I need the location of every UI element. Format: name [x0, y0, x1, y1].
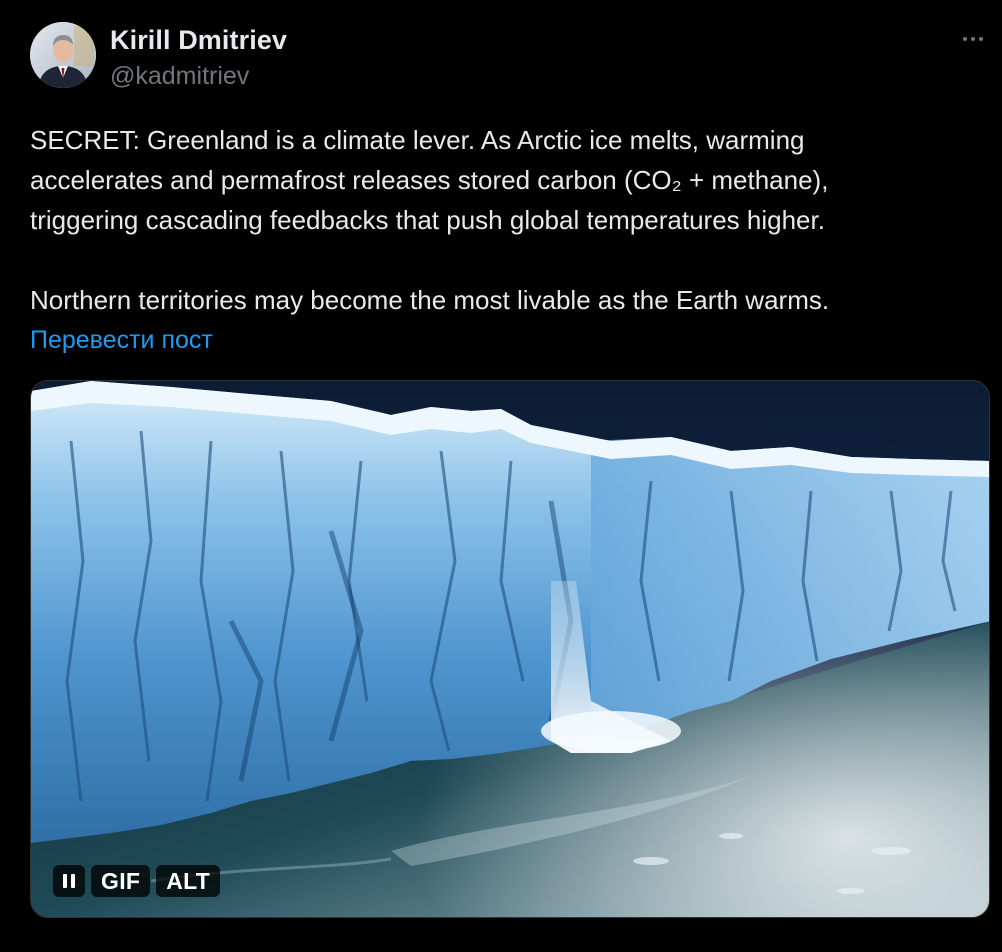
glacier-calving-image: [31, 381, 989, 917]
profile-photo-icon: [30, 22, 96, 88]
pause-icon[interactable]: [53, 865, 85, 897]
author-handle[interactable]: @kadmitriev: [110, 61, 249, 91]
tweet-card: Kirill Dmitriev @kadmitriev SECRET: Gree…: [0, 0, 1002, 952]
tweet-text-line: SECRET: Greenland is a climate lever. As…: [30, 125, 805, 155]
avatar[interactable]: [30, 22, 96, 88]
tweet-text-line: triggering cascading feedbacks that push…: [30, 205, 825, 235]
more-options-icon[interactable]: [958, 26, 988, 52]
media-controls: GIF ALT: [53, 865, 226, 897]
author-name[interactable]: Kirill Dmitriev: [110, 24, 287, 56]
tweet-media-gif[interactable]: GIF ALT: [30, 380, 990, 918]
tweet-text: SECRET: Greenland is a climate lever. As…: [30, 120, 980, 320]
tweet-text-line: Northern territories may become the most…: [30, 285, 830, 315]
translate-post-link[interactable]: Перевести пост: [30, 324, 213, 356]
alt-text-button[interactable]: ALT: [156, 865, 221, 897]
gif-badge: GIF: [91, 865, 151, 897]
tweet-text-line: accelerates and permafrost releases stor…: [30, 165, 829, 195]
